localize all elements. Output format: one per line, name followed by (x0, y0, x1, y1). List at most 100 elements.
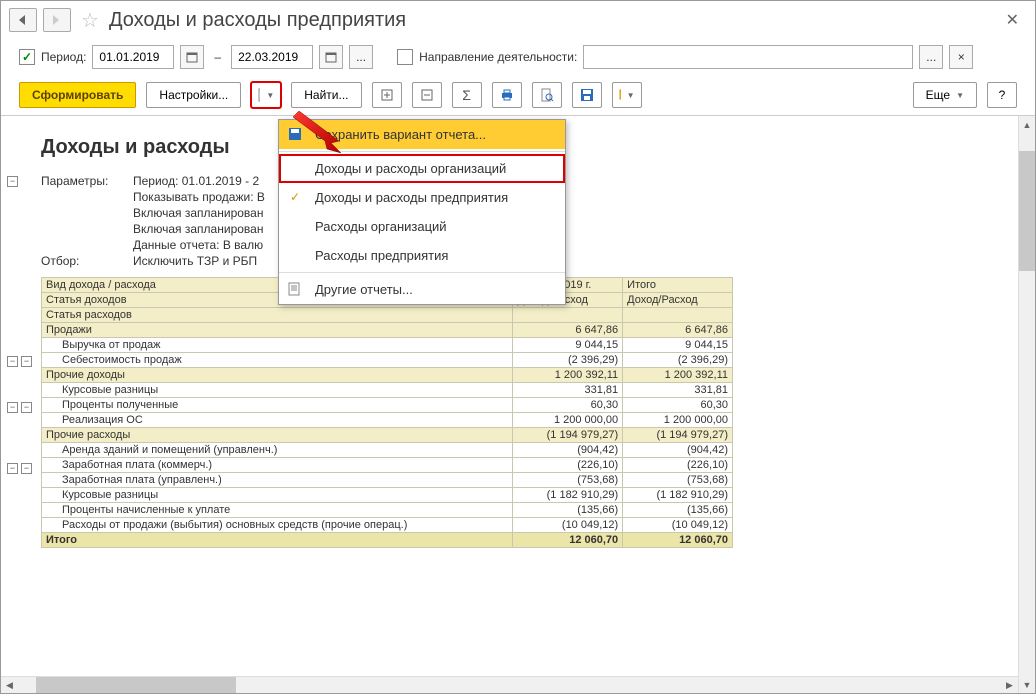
menu-other-reports[interactable]: Другие отчеты... (279, 275, 565, 304)
table-row[interactable]: Расходы от продажи (выбытия) основных ср… (42, 518, 733, 533)
row-total: 1 200 000,00 (623, 413, 733, 428)
forward-button[interactable] (43, 8, 71, 32)
row-name: Аренда зданий и помещений (управленч.) (42, 443, 513, 458)
menu-org-label: Доходы и расходы организаций (315, 161, 506, 176)
menu-income-expense-org[interactable]: Доходы и расходы организаций (279, 154, 565, 183)
email-button[interactable]: ▼ (612, 82, 642, 108)
expand-button[interactable] (372, 82, 402, 108)
table-row[interactable]: Курсовые разницы331,81331,81 (42, 383, 733, 398)
horizontal-scrollbar[interactable]: ◀ ▶ (1, 676, 1018, 693)
save-icon (287, 126, 303, 142)
row-name: Заработная плата (управленч.) (42, 473, 513, 488)
tree-toggle[interactable]: − (21, 356, 32, 367)
activity-clear-button[interactable]: × (949, 45, 973, 69)
print-icon (500, 88, 514, 102)
row-jan: 9 044,15 (513, 338, 623, 353)
report-list-icon (287, 281, 303, 297)
calendar-from-button[interactable] (180, 45, 204, 69)
table-row[interactable]: Проценты полученные60,3060,30 (42, 398, 733, 413)
menu-other-reports-label: Другие отчеты... (315, 282, 413, 297)
vertical-scrollbar[interactable]: ▲ ▼ (1018, 116, 1035, 693)
otbor-label: Отбор: (41, 253, 121, 269)
row-total: (904,42) (623, 443, 733, 458)
row-total: 331,81 (623, 383, 733, 398)
calendar-icon (325, 51, 337, 63)
row-name: Прочие расходы (42, 428, 513, 443)
close-button[interactable]: ✕ (998, 6, 1027, 34)
save-button[interactable] (572, 82, 602, 108)
generate-button[interactable]: Сформировать (19, 82, 136, 108)
table-row[interactable]: Прочие доходы1 200 392,111 200 392,11 (42, 368, 733, 383)
params-label: Параметры: (41, 173, 121, 189)
sum-button[interactable]: Σ (452, 82, 482, 108)
table-row[interactable]: Выручка от продаж9 044,159 044,15 (42, 338, 733, 353)
row-total: 1 200 392,11 (623, 368, 733, 383)
help-button[interactable]: ? (987, 82, 1017, 108)
row-total: (753,68) (623, 473, 733, 488)
collapse-button[interactable] (412, 82, 442, 108)
more-button[interactable]: Еще ▼ (913, 82, 977, 108)
settings-button[interactable]: Настройки... (146, 82, 241, 108)
table-row[interactable]: Курсовые разницы(1 182 910,29)(1 182 910… (42, 488, 733, 503)
dash: – (214, 50, 221, 64)
tree-toggle[interactable]: − (7, 176, 18, 187)
row-name: Проценты начисленные к уплате (42, 503, 513, 518)
row-jan: 1 200 000,00 (513, 413, 623, 428)
preview-button[interactable] (532, 82, 562, 108)
total-jan: 12 060,70 (513, 533, 623, 548)
row-name: Выручка от продаж (42, 338, 513, 353)
tree-toggle[interactable]: − (7, 402, 18, 413)
table-row[interactable]: Прочие расходы(1 194 979,27)(1 194 979,2… (42, 428, 733, 443)
activity-checkbox[interactable] (397, 49, 413, 65)
row-total: (226,10) (623, 458, 733, 473)
row-name: Продажи (42, 323, 513, 338)
menu-expenses-org[interactable]: Расходы организаций (279, 212, 565, 241)
tree-toggle[interactable]: − (7, 356, 18, 367)
report-variant-dropdown[interactable]: ▼ (251, 82, 281, 108)
col-total: Итого (623, 278, 733, 293)
titlebar: ☆ Доходы и расходы предприятия ✕ (1, 1, 1035, 39)
row-name: Себестоимость продаж (42, 353, 513, 368)
row-total: (135,66) (623, 503, 733, 518)
period-options-button[interactable]: ... (349, 45, 373, 69)
row-jan: (904,42) (513, 443, 623, 458)
table-row[interactable]: Заработная плата (коммерч.)(226,10)(226,… (42, 458, 733, 473)
row-name: Расходы от продажи (выбытия) основных ср… (42, 518, 513, 533)
preview-icon (540, 88, 554, 102)
menu-expenses-company[interactable]: Расходы предприятия (279, 241, 565, 270)
date-to-input[interactable] (231, 45, 313, 69)
row-total: 6 647,86 (623, 323, 733, 338)
activity-options-button[interactable]: ... (919, 45, 943, 69)
table-row[interactable]: Продажи6 647,866 647,86 (42, 323, 733, 338)
table-row[interactable]: Проценты начисленные к уплате(135,66)(13… (42, 503, 733, 518)
menu-income-expense-company[interactable]: ✓ Доходы и расходы предприятия (279, 183, 565, 212)
row-jan: 331,81 (513, 383, 623, 398)
row-name: Проценты полученные (42, 398, 513, 413)
table-row[interactable]: Аренда зданий и помещений (управленч.)(9… (42, 443, 733, 458)
table-row[interactable]: Реализация ОС1 200 000,001 200 000,00 (42, 413, 733, 428)
star-icon[interactable]: ☆ (81, 8, 99, 33)
calendar-to-button[interactable] (319, 45, 343, 69)
tree-toggle[interactable]: − (7, 463, 18, 474)
tree-toggle[interactable]: − (21, 402, 32, 413)
back-button[interactable] (9, 8, 37, 32)
activity-input[interactable] (583, 45, 913, 69)
find-button[interactable]: Найти... (291, 82, 361, 108)
row-total: (2 396,29) (623, 353, 733, 368)
row-jan: 60,30 (513, 398, 623, 413)
toolbar: Сформировать Настройки... ▼ Найти... Σ ▼ (1, 75, 1035, 115)
row-total: 9 044,15 (623, 338, 733, 353)
email-icon (619, 89, 621, 101)
period-checkbox[interactable] (19, 49, 35, 65)
arrow-right-icon (51, 15, 63, 25)
menu-expenses-org-label: Расходы организаций (315, 219, 447, 234)
table-row[interactable]: Заработная плата (управленч.)(753,68)(75… (42, 473, 733, 488)
date-from-input[interactable] (92, 45, 174, 69)
print-button[interactable] (492, 82, 522, 108)
menu-save-variant-label: Сохранить вариант отчета... (315, 127, 486, 142)
row-jan: 6 647,86 (513, 323, 623, 338)
tree-toggle[interactable]: − (21, 463, 32, 474)
menu-save-variant[interactable]: Сохранить вариант отчета... (279, 120, 565, 149)
check-icon: ✓ (287, 189, 303, 205)
table-row[interactable]: Себестоимость продаж(2 396,29)(2 396,29) (42, 353, 733, 368)
